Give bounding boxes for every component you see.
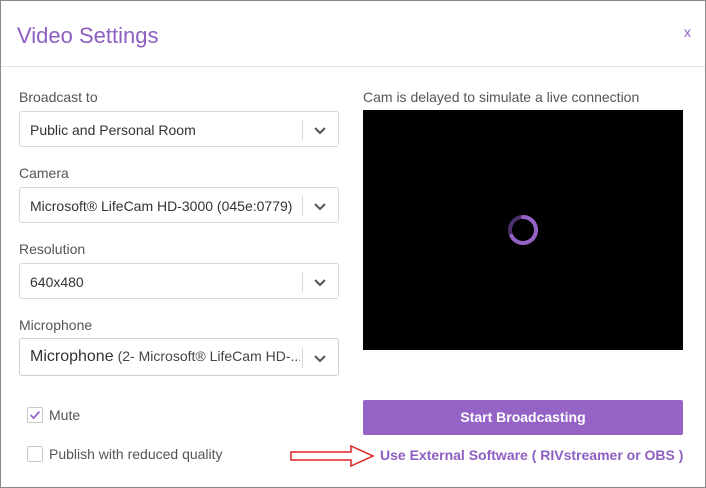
camera-label: Camera: [19, 165, 69, 181]
camera-select[interactable]: Microsoft® LifeCam HD-3000 (045e:0779): [19, 187, 339, 223]
close-icon[interactable]: x: [684, 25, 691, 39]
broadcast-to-label: Broadcast to: [19, 89, 98, 105]
dialog-header: Video Settings x: [1, 1, 705, 67]
right-arrow-icon: [290, 444, 375, 468]
select-divider: [302, 272, 303, 292]
reduced-quality-checkbox[interactable]: [27, 446, 43, 462]
chevron-down-icon[interactable]: [310, 272, 330, 292]
resolution-value: 640x480: [30, 274, 84, 290]
camera-value: Microsoft® LifeCam HD-3000 (045e:0779): [30, 198, 293, 214]
dialog-title: Video Settings: [17, 23, 159, 48]
cam-delay-note: Cam is delayed to simulate a live connec…: [363, 89, 640, 105]
microphone-label: Microphone: [19, 317, 93, 333]
select-divider: [302, 348, 303, 368]
loading-spinner-icon: [508, 214, 539, 245]
mute-checkbox[interactable]: [27, 407, 43, 423]
chevron-down-icon[interactable]: [310, 120, 330, 140]
microphone-value: Microphone (2- Microsoft® LifeCam HD-...: [30, 348, 300, 366]
reduced-quality-label: Publish with reduced quality: [49, 446, 223, 462]
microphone-value-detail: (2- Microsoft® LifeCam HD-...: [117, 348, 300, 364]
broadcast-to-select[interactable]: Public and Personal Room: [19, 111, 339, 147]
checkmark-icon: [30, 410, 41, 420]
use-external-software-link[interactable]: Use External Software ( RIVstreamer or O…: [380, 447, 683, 463]
select-divider: [302, 120, 303, 140]
microphone-value-name: Microphone: [30, 348, 114, 365]
start-broadcasting-button[interactable]: Start Broadcasting: [363, 400, 683, 435]
resolution-select[interactable]: 640x480: [19, 263, 339, 299]
resolution-label: Resolution: [19, 241, 86, 257]
video-settings-dialog: Video Settings x Broadcast to Public and…: [0, 0, 706, 488]
chevron-down-icon[interactable]: [310, 196, 330, 216]
select-divider: [302, 196, 303, 216]
chevron-down-icon[interactable]: [310, 348, 330, 368]
broadcast-to-value: Public and Personal Room: [30, 122, 196, 138]
mute-label: Mute: [49, 407, 81, 423]
microphone-select[interactable]: Microphone (2- Microsoft® LifeCam HD-...: [19, 338, 339, 376]
camera-preview: [363, 110, 683, 350]
